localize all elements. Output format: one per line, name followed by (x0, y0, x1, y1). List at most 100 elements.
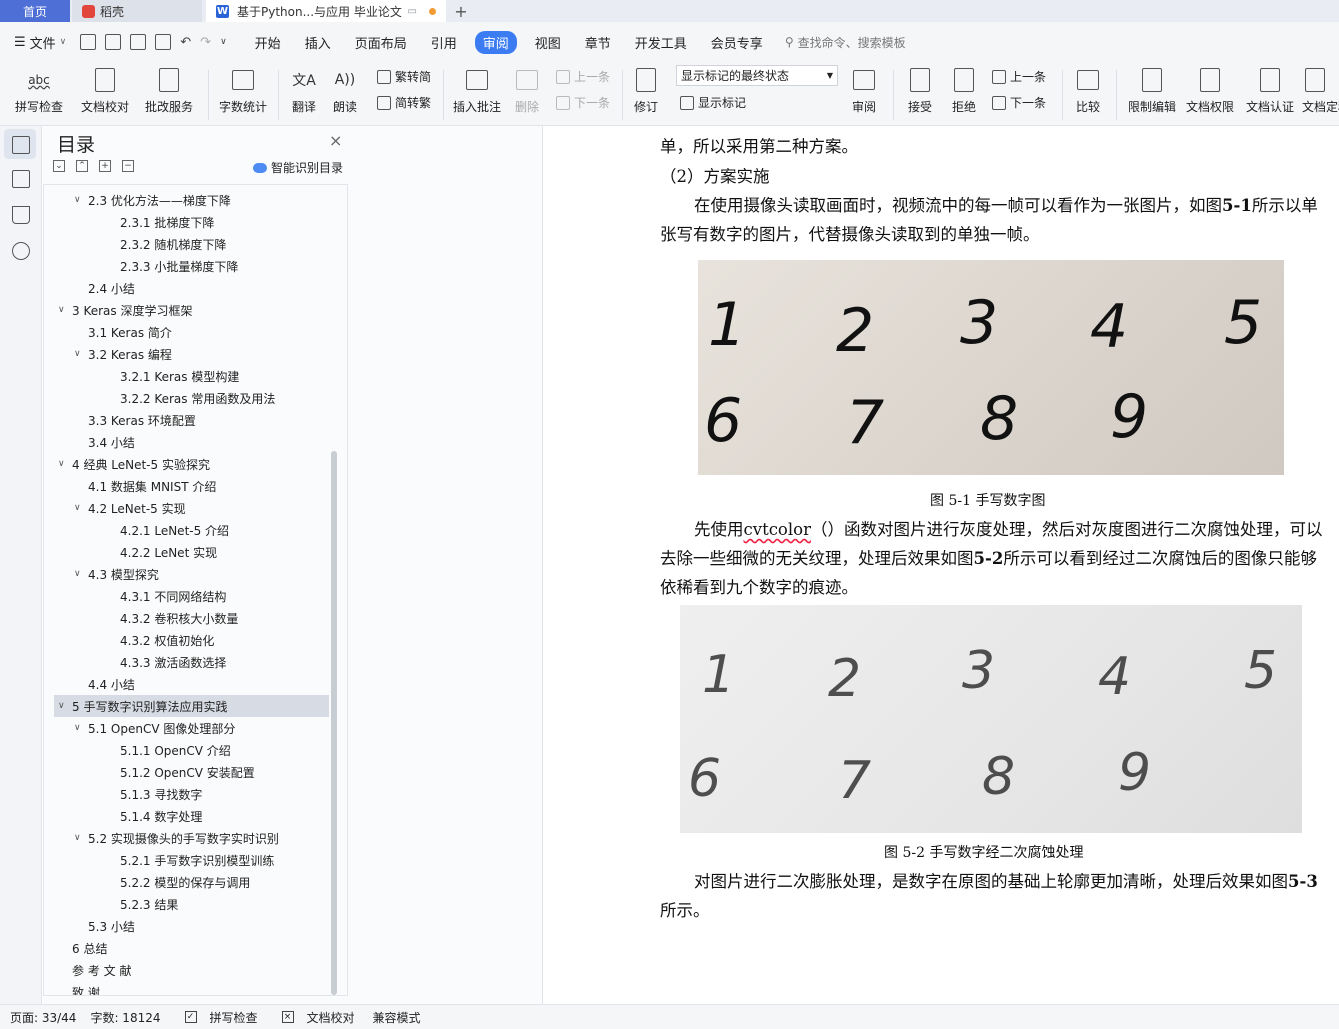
search-icon[interactable] (12, 242, 30, 260)
track-changes-button[interactable]: 修订 (620, 66, 672, 115)
review-pane-button[interactable]: 审阅 (840, 66, 888, 115)
toc-item[interactable]: ∨ 5.1 OpenCV 图像处理部分 (44, 717, 329, 739)
tab-home[interactable]: 首页 (0, 0, 70, 22)
batch-service-button[interactable]: 批改服务 (137, 66, 201, 115)
spell-check-button[interactable]: abc 拼写检查 (8, 66, 70, 115)
toc-item[interactable]: 4.4 小结 (44, 673, 329, 695)
menu-dev-tools[interactable]: 开发工具 (623, 33, 699, 52)
print-preview-icon[interactable] (155, 34, 172, 50)
new-tab-button[interactable]: + (446, 0, 476, 22)
chevron-down-icon[interactable]: ∨ (74, 833, 88, 843)
remove-heading-icon[interactable]: − (122, 160, 134, 172)
toc-item[interactable]: 3.2.1 Keras 模型构建 (44, 365, 329, 387)
toc-item[interactable]: 4.2.2 LeNet 实现 (44, 541, 329, 563)
chevron-down-icon[interactable]: ∨ (58, 305, 72, 315)
toc-item[interactable]: 5.2.2 模型的保存与调用 (44, 871, 329, 893)
menu-view[interactable]: 视图 (523, 33, 573, 52)
toc-item[interactable]: 4.3.1 不同网络结构 (44, 585, 329, 607)
undo-icon[interactable]: ↶ (180, 35, 191, 50)
toc-item[interactable]: ∨ 2.3 优化方法——梯度下降 (44, 189, 329, 211)
chevron-down-icon[interactable]: ∨ (74, 349, 88, 359)
toc-item[interactable]: ∨ 5 手写数字识别算法应用实践 (54, 695, 329, 717)
close-icon[interactable]: × (329, 131, 342, 150)
toc-item[interactable]: ∨ 4 经典 LeNet-5 实验探究 (44, 453, 329, 475)
expand-all-icon[interactable]: ⌃ (76, 160, 88, 172)
show-markup-button[interactable]: 显示标记 (680, 94, 746, 111)
compare-button[interactable]: 比较 (1064, 66, 1112, 115)
delete-comment-button[interactable]: 删除 (503, 66, 551, 115)
page-indicator[interactable]: 页面: 33/44 (10, 1009, 76, 1026)
menu-reference[interactable]: 引用 (419, 33, 469, 52)
word-count-indicator[interactable]: 字数: 18124 (90, 1009, 160, 1026)
chevron-down-icon[interactable]: ∨ (74, 569, 88, 579)
collapse-all-icon[interactable]: ⌄ (53, 160, 65, 172)
restrict-edit-button[interactable]: 限制编辑 (1122, 66, 1182, 115)
next-comment-button[interactable]: 下一条 (556, 94, 610, 111)
export-icon[interactable] (105, 34, 122, 50)
menu-chapter[interactable]: 章节 (573, 33, 623, 52)
chapter-nav-icon[interactable] (12, 170, 30, 188)
toc-item[interactable]: 5.1.1 OpenCV 介绍 (44, 739, 329, 761)
prev-comment-button[interactable]: 上一条 (556, 68, 610, 85)
toc-item[interactable]: 2.4 小结 (44, 277, 329, 299)
toc-item[interactable]: 5.3 小结 (44, 915, 329, 937)
command-search[interactable]: ⚲ 查找命令、搜索模板 (785, 34, 906, 51)
toc-item[interactable]: 5.2.3 结果 (44, 893, 329, 915)
insert-comment-button[interactable]: 插入批注 (447, 66, 507, 115)
read-aloud-button[interactable]: A)) 朗读 (323, 66, 367, 115)
menu-review[interactable]: 审阅 (474, 30, 517, 54)
menu-member[interactable]: 会员专享 (699, 33, 775, 52)
toc-item[interactable]: 4.3.3 激活函数选择 (44, 651, 329, 673)
chevron-down-icon[interactable]: ∨ (58, 701, 72, 711)
toc-item[interactable]: 4.1 数据集 MNIST 介绍 (44, 475, 329, 497)
add-heading-icon[interactable]: + (99, 160, 111, 172)
toc-item[interactable]: ∨ 4.2 LeNet-5 实现 (44, 497, 329, 519)
toc-item[interactable]: 4.2.1 LeNet-5 介绍 (44, 519, 329, 541)
doc-final-button[interactable]: 文档定稿 (1302, 66, 1339, 115)
toc-item[interactable]: ∨ 4.3 模型探究 (44, 563, 329, 585)
menu-page-layout[interactable]: 页面布局 (343, 33, 419, 52)
trad-to-simp-button[interactable]: 繁转简 (377, 68, 431, 85)
menu-insert[interactable]: 插入 (293, 33, 343, 52)
tab-daoke[interactable]: 稻壳 (72, 0, 202, 22)
toc-item[interactable]: 3.4 小结 (44, 431, 329, 453)
chevron-down-icon[interactable]: ∨ (74, 195, 88, 205)
quick-more-icon[interactable]: ∨ (220, 37, 227, 47)
toc-item[interactable]: 2.3.3 小批量梯度下降 (44, 255, 329, 277)
doc-permission-button[interactable]: 文档权限 (1180, 66, 1240, 115)
chevron-down-icon[interactable]: ∨ (58, 459, 72, 469)
toc-item[interactable]: 4.3.2 权值初始化 (44, 629, 329, 651)
toc-item[interactable]: 5.1.3 寻找数字 (44, 783, 329, 805)
toc-item[interactable]: 5.1.4 数字处理 (44, 805, 329, 827)
toc-item[interactable]: 5.1.2 OpenCV 安装配置 (44, 761, 329, 783)
save-icon[interactable] (80, 34, 97, 50)
next-change-button[interactable]: 下一条 (992, 94, 1046, 111)
accept-button[interactable]: 接受 (896, 66, 944, 115)
toc-item[interactable]: 3.2.2 Keras 常用函数及用法 (44, 387, 329, 409)
file-menu[interactable]: ☰ 文件 ∨ (0, 33, 80, 52)
toc-item[interactable]: ∨ 3 Keras 深度学习框架 (44, 299, 329, 321)
redo-icon[interactable]: ↷ (200, 35, 211, 50)
chevron-down-icon[interactable]: ∨ (74, 503, 88, 513)
smart-toc-button[interactable]: 智能识别目录 (253, 159, 343, 176)
print-icon[interactable] (130, 34, 147, 50)
toc-item[interactable]: 5.2.1 手写数字识别模型训练 (44, 849, 329, 871)
tab-document[interactable]: W 基于Python...与应用 毕业论文 ▭ (206, 0, 446, 22)
toc-item[interactable]: 参 考 文 献 (44, 959, 329, 981)
reject-button[interactable]: 拒绝 (940, 66, 988, 115)
prev-change-button[interactable]: 上一条 (992, 68, 1046, 85)
status-doc-proof[interactable]: × 文档校对 (272, 1009, 355, 1026)
toc-scrollbar[interactable] (331, 451, 337, 995)
bookmark-icon[interactable] (12, 206, 30, 224)
toc-item[interactable]: ∨ 5.2 实现摄像头的手写数字实时识别 (44, 827, 329, 849)
markup-state-select[interactable]: 显示标记的最终状态 ▼ (676, 65, 838, 86)
toc-item[interactable]: ∨ 3.2 Keras 编程 (44, 343, 329, 365)
toc-nav-icon[interactable] (12, 136, 30, 154)
doc-proof-button[interactable]: 文档校对 (75, 66, 135, 115)
doc-cert-button[interactable]: 文档认证 (1240, 66, 1300, 115)
menu-start[interactable]: 开始 (243, 33, 293, 52)
word-count-button[interactable]: 字数统计 (213, 66, 273, 115)
chevron-down-icon[interactable]: ∨ (74, 723, 88, 733)
simp-to-trad-button[interactable]: 简转繁 (377, 94, 431, 111)
toc-item[interactable]: 2.3.1 批梯度下降 (44, 211, 329, 233)
